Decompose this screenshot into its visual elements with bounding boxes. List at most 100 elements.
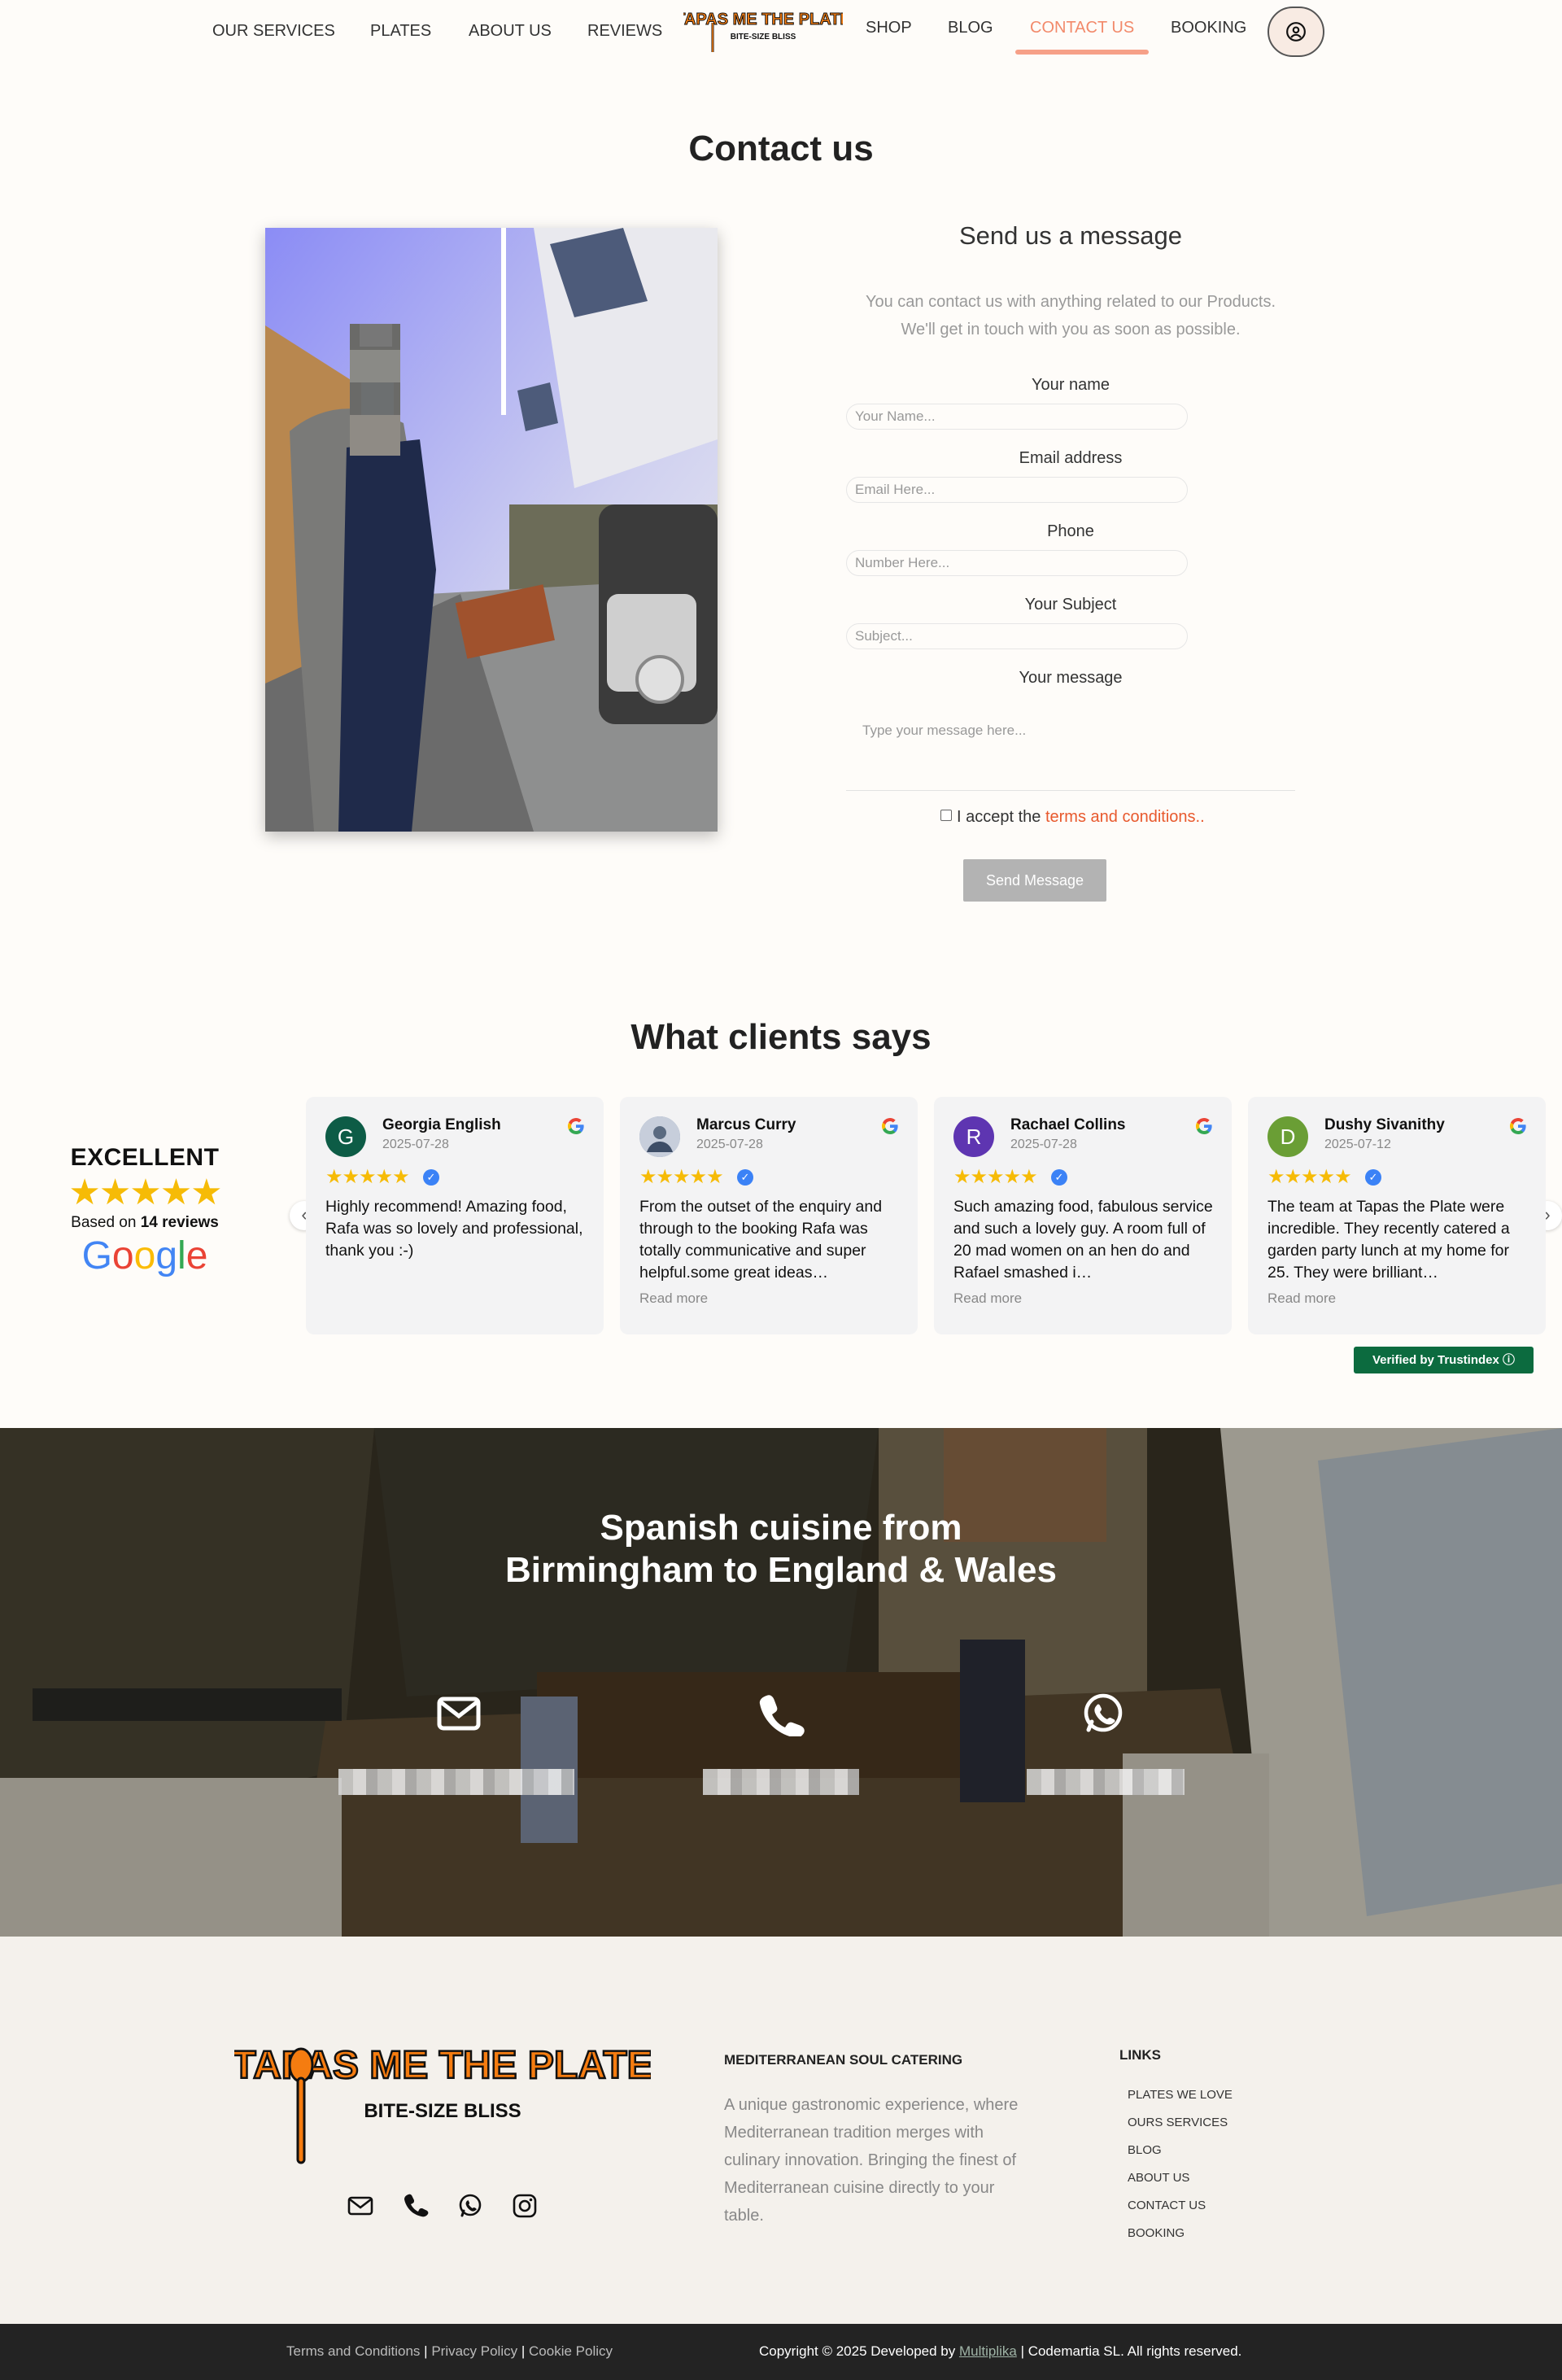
- reviewer-name: Marcus Curry: [696, 1116, 796, 1133]
- nav-booking[interactable]: BOOKING: [1171, 19, 1246, 37]
- top-navigation: OUR SERVICES PLATES ABOUT US REVIEWS TAP…: [0, 0, 1562, 65]
- review-date: 2025-07-28: [1010, 1138, 1077, 1151]
- review-card: R Rachael Collins 2025-07-28 ★★★★★ ✓ Suc…: [934, 1097, 1232, 1334]
- privacy-policy-link[interactable]: Privacy Policy: [431, 2343, 517, 2359]
- summary-stars: ★★★★★: [68, 1173, 222, 1212]
- copyright: Copyright © 2025 Developed by Multiplika…: [759, 2343, 1241, 2360]
- name-input[interactable]: Your Name...: [846, 404, 1188, 430]
- phone-icon[interactable]: [757, 1691, 805, 1736]
- form-title: Send us a message: [958, 221, 1182, 250]
- active-nav-indicator: [1015, 50, 1149, 55]
- phone-input[interactable]: Number Here...: [846, 550, 1188, 576]
- avatar: G: [325, 1116, 366, 1157]
- account-button[interactable]: [1267, 7, 1324, 57]
- footer-heading: MEDITERRANEAN SOUL CATERING: [724, 2052, 963, 2068]
- google-g-icon: [882, 1118, 898, 1134]
- terms-checkbox[interactable]: [940, 810, 952, 821]
- review-date: 2025-07-12: [1324, 1138, 1391, 1151]
- instagram-icon[interactable]: [511, 2192, 539, 2220]
- footer-link-booking[interactable]: BOOKING: [1128, 2226, 1185, 2240]
- footer-link-blog[interactable]: BLOG: [1128, 2143, 1162, 2157]
- based-on: Based on 14 reviews: [33, 1214, 257, 1232]
- whatsapp-icon[interactable]: [1079, 1691, 1128, 1736]
- terms-suffix: .: [1200, 808, 1205, 826]
- review-text: Such amazing food, fabulous service and …: [953, 1198, 1213, 1282]
- send-message-button[interactable]: Send Message: [963, 859, 1106, 902]
- footer-logo[interactable]: TAPAS ME THE PLATE BITE-SIZE BLISS: [234, 2042, 651, 2164]
- user-icon: [1286, 22, 1306, 41]
- developer-link[interactable]: Multiplika: [959, 2343, 1017, 2359]
- review-count: 14 reviews: [140, 1214, 219, 1231]
- envelope-icon[interactable]: [434, 1691, 483, 1736]
- verified-icon: ✓: [737, 1169, 753, 1186]
- separator: |: [521, 2343, 526, 2359]
- phone-icon[interactable]: [402, 2192, 430, 2220]
- email-icon[interactable]: [347, 2192, 374, 2220]
- copyright-suffix: | Codemartia SL. All rights reserved.: [1020, 2343, 1242, 2359]
- read-more-link[interactable]: Read more: [953, 1290, 1022, 1307]
- rating-summary: EXCELLENT ★★★★★ Based on 14 reviews Goog…: [33, 1144, 257, 1281]
- review-stars: ★★★★★: [953, 1166, 1038, 1188]
- read-more-link[interactable]: Read more: [1267, 1290, 1336, 1307]
- footer-link-plates[interactable]: PLATES WE LOVE: [1128, 2088, 1233, 2102]
- svg-text:BITE-SIZE BLISS: BITE-SIZE BLISS: [364, 2100, 521, 2122]
- terms-row: I accept the terms and conditions..: [940, 808, 1205, 827]
- terms-prefix: I accept the: [957, 808, 1041, 826]
- google-g-icon: [568, 1118, 584, 1134]
- review-date: 2025-07-28: [696, 1138, 763, 1151]
- review-card: Marcus Curry 2025-07-28 ★★★★★ ✓ From the…: [620, 1097, 918, 1334]
- hero-kitchen-photo: [0, 1428, 1562, 1937]
- reviewer-name: Rachael Collins: [1010, 1116, 1126, 1133]
- nav-our-services[interactable]: OUR SERVICES: [212, 22, 335, 41]
- message-textarea[interactable]: Type your message here...: [846, 710, 1295, 791]
- nav-blog[interactable]: BLOG: [948, 19, 993, 37]
- subject-label: Your Subject: [1024, 596, 1117, 614]
- avatar-photo: [639, 1116, 680, 1157]
- intro-line-2: We'll get in touch with you as soon as p…: [901, 321, 1241, 338]
- review-card: D Dushy Sivanithy 2025-07-12 ★★★★★ ✓ The…: [1248, 1097, 1546, 1334]
- read-more-link[interactable]: Read more: [639, 1290, 708, 1307]
- nav-reviews[interactable]: REVIEWS: [587, 22, 662, 41]
- whatsapp-icon[interactable]: [456, 2192, 484, 2220]
- email-input[interactable]: Email Here...: [846, 477, 1188, 503]
- avatar: R: [953, 1116, 994, 1157]
- svg-text:TAPAS ME THE PLATE: TAPAS ME THE PLATE: [683, 11, 843, 28]
- review-date: 2025-07-28: [382, 1138, 449, 1151]
- verified-icon: ✓: [1365, 1169, 1381, 1186]
- avatar: D: [1267, 1116, 1308, 1157]
- google-logo: Google: [81, 1234, 208, 1277]
- hero-line-2: Birmingham to England & Wales: [505, 1550, 1057, 1590]
- terms-conditions-link[interactable]: Terms and Conditions: [286, 2343, 420, 2359]
- review-stars: ★★★★★: [1267, 1166, 1352, 1188]
- review-stars: ★★★★★: [325, 1166, 410, 1188]
- subject-input[interactable]: Subject...: [846, 623, 1188, 649]
- email-pixelated: [338, 1769, 574, 1795]
- nav-shop[interactable]: SHOP: [866, 19, 912, 37]
- review-stars: ★★★★★: [639, 1166, 724, 1188]
- contact-title: Contact us: [688, 129, 874, 168]
- copyright-prefix: Copyright © 2025 Developed by: [759, 2343, 956, 2359]
- footer-link-services[interactable]: OURS SERVICES: [1128, 2116, 1228, 2129]
- legal-links: Terms and Conditions | Privacy Policy | …: [286, 2343, 613, 2360]
- cookie-policy-link[interactable]: Cookie Policy: [529, 2343, 613, 2359]
- hero-line-1: Spanish cuisine from: [600, 1508, 962, 1548]
- nav-plates[interactable]: PLATES: [370, 22, 431, 41]
- footer-link-contact[interactable]: CONTACT US: [1128, 2199, 1206, 2212]
- message-label: Your message: [1019, 669, 1123, 687]
- nav-contact-us[interactable]: CONTACT US: [1030, 19, 1134, 37]
- phone-label: Phone: [1047, 522, 1094, 540]
- hero-title: Spanish cuisine from Birmingham to Engla…: [0, 1507, 1562, 1592]
- trustindex-badge[interactable]: Verified by Trustindex ⓘ: [1354, 1347, 1534, 1373]
- avatar: [639, 1116, 680, 1157]
- svg-text:BITE-SIZE BLISS: BITE-SIZE BLISS: [731, 33, 796, 41]
- terms-link[interactable]: terms and conditions.: [1045, 808, 1200, 826]
- nav-about-us[interactable]: ABOUT US: [469, 22, 552, 41]
- footer-link-about[interactable]: ABOUT US: [1128, 2171, 1189, 2185]
- reviewer-name: Georgia English: [382, 1116, 501, 1133]
- phone-pixelated: [703, 1769, 859, 1795]
- rating-word: EXCELLENT: [70, 1144, 220, 1171]
- review-text: Highly recommend! Amazing food, Rafa was…: [325, 1198, 583, 1260]
- based-on-prefix: Based on: [71, 1214, 137, 1231]
- site-logo[interactable]: TAPAS ME THE PLATE BITE-SIZE BLISS: [683, 5, 843, 55]
- verified-icon: ✓: [423, 1169, 439, 1186]
